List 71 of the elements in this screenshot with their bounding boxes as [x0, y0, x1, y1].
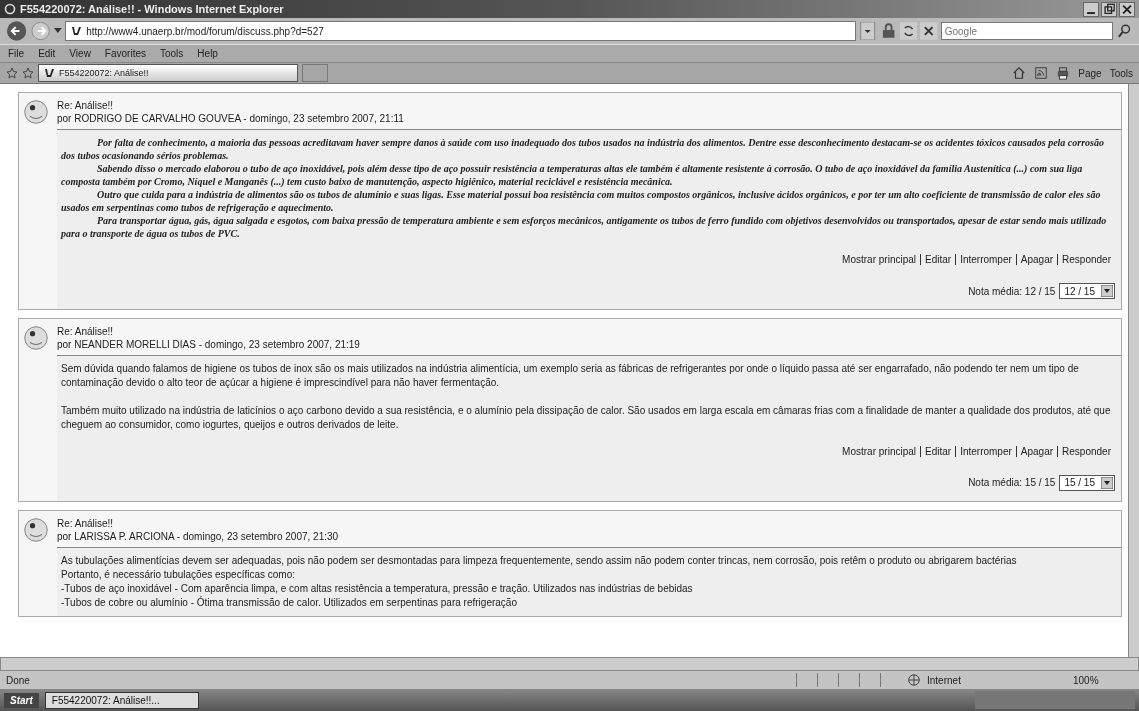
rating-select[interactable]: 15 / 15	[1059, 475, 1115, 491]
menu-item[interactable]: Favorites	[104, 48, 146, 59]
rating-label: Nota média: 15 / 15	[968, 476, 1056, 490]
menu-item[interactable]: Tools	[160, 48, 184, 59]
browser-logo-icon	[4, 3, 16, 15]
post-link[interactable]: Editar	[920, 446, 956, 457]
zoom-level[interactable]: 100%	[1073, 674, 1133, 686]
post-link[interactable]: Interromper	[955, 446, 1016, 457]
stop-button[interactable]	[920, 22, 938, 40]
post-link[interactable]: Mostrar principal	[838, 446, 920, 457]
dropdown-icon[interactable]	[859, 22, 877, 40]
minimize-button[interactable]	[1083, 1, 1099, 17]
post-text: -Tubos de aço inoxidável - Com aparência limpa, e com altas resistência a temperatura, pressão e tração. Utilizados nas indústrias de bebidas	[61, 582, 694, 596]
command-button[interactable]: Page	[1078, 67, 1102, 79]
avatar-icon	[23, 325, 49, 351]
status-text: Done	[6, 674, 30, 686]
post-text: As tubulações alimentícias devem ser adequadas, pois não podem ser desmontadas para limpeza frequentemente, sendo assim não podem conter trincas, nem corrosão, pois retêm o produto ou abrigarem bactérias	[61, 554, 1018, 568]
home-icon[interactable]	[1012, 66, 1027, 80]
post-subject: Re: Análise!!	[57, 99, 115, 112]
post-text: Por falta de conhecimento, a maioria das pessoas acreditavam haver sempre danos à saúde com uso inadequado dos tubos usados na indústria dos alimentos. Dentre esse desconhecimento destacam-se os acidentes tóxicos causados pela corrosão dos tubos ocasionando sérios problemas.	[61, 136, 1105, 162]
post-link[interactable]: Apagar	[1015, 254, 1058, 265]
rating-select[interactable]: 12 / 15	[1059, 283, 1115, 299]
post-author: por LARISSA P. ARCIONA - domingo, 23 setembro 2007, 21:30	[57, 530, 339, 543]
menu-item[interactable]: Edit	[38, 48, 56, 59]
search-field[interactable]: Google	[940, 22, 1113, 40]
post-subject: Re: Análise!!	[57, 325, 115, 338]
post-text: Portanto, é necessário tubulações específicas como:	[61, 568, 297, 582]
rating-label: Nota média: 12 / 15	[968, 284, 1056, 298]
post-link[interactable]: Editar	[920, 254, 956, 265]
restore-button[interactable]	[1101, 1, 1117, 17]
menu-item[interactable]: File	[8, 48, 25, 59]
window-title: F554220072: Análise!! - Windows Internet Explorer	[20, 3, 284, 15]
post-text: Sem dúvida quando falamos de higiene os tubos de inox são os mais utilizados na indústria alimentícia, um exemplo seria as fábricas de refrigerantes por onde o líquido passa até ser engarrafado, não podendo ter nem um tipo de contaminação devido o alto teor de açúcar a higiene é imprescindível para não haver fermentação.	[61, 362, 1080, 390]
back-button[interactable]	[6, 20, 28, 42]
menu-item[interactable]: Help	[197, 48, 218, 59]
dropdown-arrow-icon[interactable]	[1101, 477, 1113, 489]
browser-tab[interactable]: F554220072: Análise!!	[38, 64, 298, 82]
menu-item[interactable]: View	[69, 48, 91, 59]
dropdown-arrow-icon[interactable]	[1101, 285, 1113, 297]
avatar-icon	[23, 517, 49, 543]
post-text: Outro que cuida para a indústria de alimentos são os tubos de alumínio e suas ligas. Esse material possui boa resistência com muitos compostos orgânicos, inclusive ácidos orgânicos, e por ter um alto coeficiente de transmissão de calor eles são usados em serpentinas como tubos de refrigeração e aquecimento.	[61, 188, 1102, 214]
address-field[interactable]: http://www4.unaerp.br/mod/forum/discuss.php?d=527	[65, 21, 857, 41]
post-link[interactable]: Apagar	[1015, 446, 1058, 457]
star-icon[interactable]	[22, 67, 34, 79]
security-zone: Internet	[927, 674, 962, 686]
site-logo-icon	[43, 67, 55, 79]
post-link[interactable]: Interromper	[955, 254, 1016, 265]
post-text: Também muito utilizado na indústria de laticínios o aço carbono devido a sua resistência, e o alumínio pela dissipação de calor. São usados em larga escala em câmaras frias com a finalidade de manter a qualidade dos produtos, até que cheguem ao consumidor, como iogurtes, queijos e outros derivados de leite.	[61, 404, 1112, 432]
post-author: por RODRIGO DE CARVALHO GOUVEA - domingo, 23 setembro 2007, 21:11	[57, 112, 404, 125]
dropdown-icon[interactable]	[54, 28, 63, 34]
post-text: -Tubos de cobre ou alumínio - Ótima transmissão de calor. Utilizados em serpentinas para refrigeração	[61, 596, 518, 610]
vertical-scrollbar[interactable]	[1128, 84, 1139, 657]
refresh-button[interactable]	[900, 22, 918, 40]
globe-icon	[907, 673, 921, 687]
close-button[interactable]	[1119, 1, 1135, 17]
post-subject: Re: Análise!!	[57, 517, 115, 530]
site-logo-icon	[70, 25, 83, 37]
post-text: Sabendo disso o mercado elaborou o tubo de aço inoxidável, pois além desse tipo de aço possuir resistência a temperaturas altas ele também é altamente resistente à corrosão. O tubo de aço inoxidável da família Austenítica (...) com sua liga composta também por Cromo, Níquel e Manganês (...) tem custo baixo de manutenção, aspecto higiênico, material reciclável e resistência mecânica.	[61, 162, 1084, 188]
horizontal-scrollbar[interactable]	[0, 657, 1139, 671]
start-button[interactable]: Start	[4, 692, 39, 708]
print-icon[interactable]	[1056, 66, 1071, 80]
feed-icon[interactable]	[1034, 66, 1049, 80]
post-link[interactable]: Responder	[1057, 254, 1115, 265]
post-link[interactable]: Mostrar principal	[838, 254, 920, 265]
command-button[interactable]: Tools	[1109, 67, 1133, 79]
star-icon[interactable]	[6, 67, 18, 79]
taskbar-button[interactable]: F554220072: Análise!!...	[44, 691, 199, 709]
post-author: por NEANDER MORELLI DIAS - domingo, 23 setembro 2007, 21:19	[57, 338, 360, 351]
avatar-icon	[23, 99, 49, 125]
post-link[interactable]: Responder	[1057, 446, 1115, 457]
post-text: Para transportar água, gás, água salgada e esgotos, com baixa pressão de temperatura ambiente e sem esforços mecânicos, antigamente os tubos de ferro fundido com objetivos desenvolvidos ou transportados, apesar de estar sendo mais utilizado para o transporte de água os tubos de PVC.	[61, 214, 1108, 240]
